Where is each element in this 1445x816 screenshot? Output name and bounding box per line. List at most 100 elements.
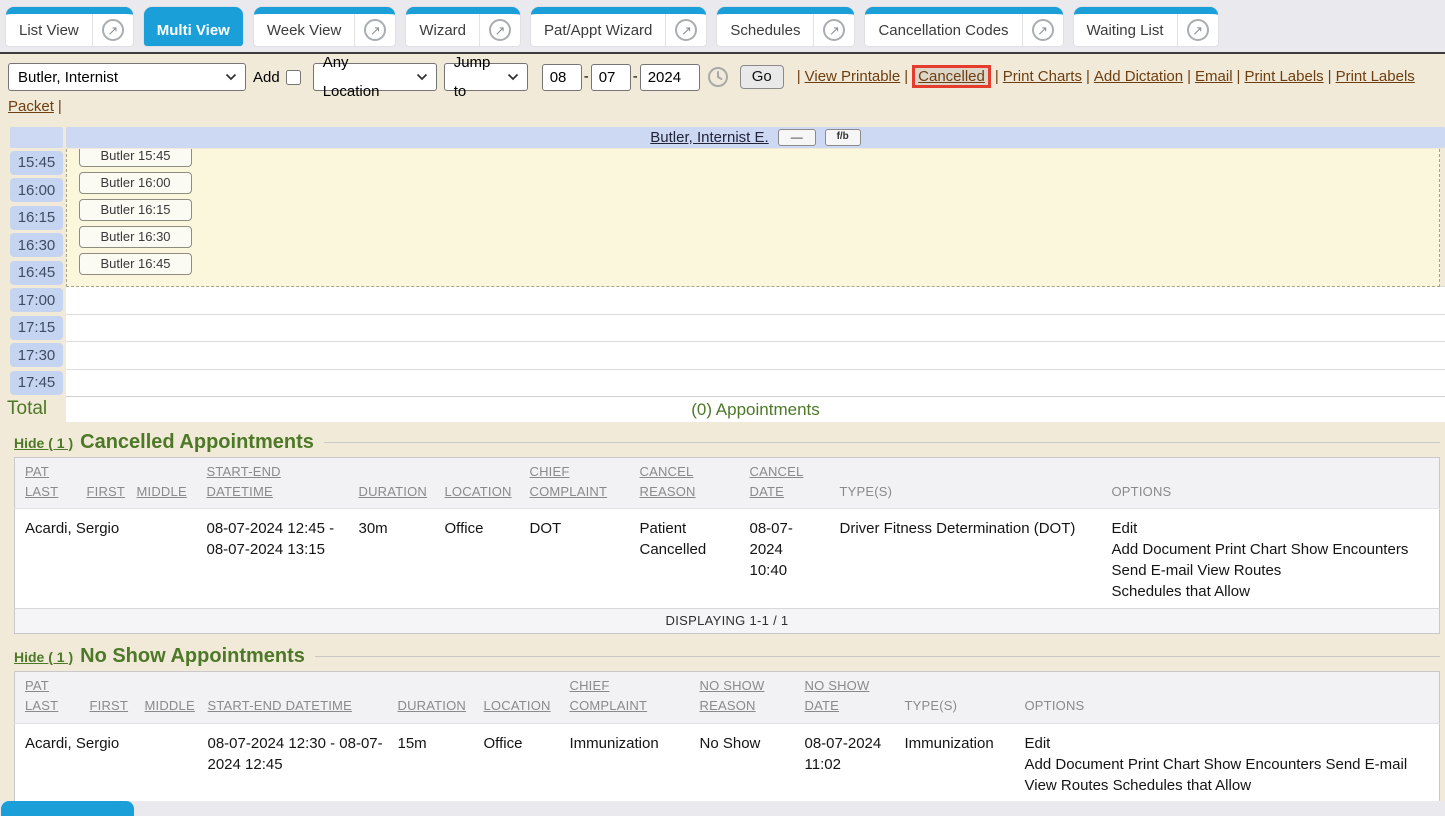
open-slot-button[interactable]: Butler 16:15 bbox=[79, 199, 192, 221]
print-labels-packet-link[interactable]: Packet bbox=[8, 98, 54, 115]
column-header-cancel-date[interactable]: CANCEL DATE bbox=[750, 464, 804, 499]
view-printable-link[interactable]: View Printable bbox=[805, 68, 901, 85]
open-slot-button[interactable]: Butler 16:00 bbox=[79, 172, 192, 194]
column-header-duration[interactable]: DURATION bbox=[359, 484, 428, 499]
location-select[interactable]: Any Location bbox=[313, 63, 437, 91]
time-slot-label[interactable]: 17:30 bbox=[10, 343, 63, 367]
column-header-datetime[interactable]: START-END DATETIME bbox=[208, 698, 352, 713]
time-slot-label[interactable]: 17:15 bbox=[10, 316, 63, 340]
print-labels-packet-link[interactable]: Print Labels bbox=[1336, 68, 1415, 85]
tab-cancellation-codes[interactable]: Cancellation Codes ↗ bbox=[865, 7, 1062, 46]
tab-pat-appt-wizard-label[interactable]: Pat/Appt Wizard bbox=[531, 22, 665, 39]
cancelled-link[interactable]: Cancelled bbox=[918, 68, 985, 85]
add-checkbox[interactable] bbox=[286, 70, 301, 85]
tab-cancellation-codes-label[interactable]: Cancellation Codes bbox=[865, 22, 1021, 39]
schedule-grid: Butler, Internist E. — f/b Butler 15:45 … bbox=[0, 127, 1445, 423]
email-link[interactable]: Email bbox=[1195, 68, 1233, 85]
options-links[interactable]: Edit bbox=[1112, 518, 1436, 539]
tab-schedules[interactable]: Schedules ↗ bbox=[717, 7, 854, 46]
external-link-icon[interactable]: ↗ bbox=[823, 19, 845, 41]
time-slot-label[interactable]: 16:15 bbox=[10, 206, 63, 230]
column-header-types: TYPE(S) bbox=[905, 698, 958, 713]
column-header-first[interactable]: FIRST bbox=[90, 698, 129, 713]
section-divider bbox=[324, 442, 1440, 443]
print-charts-link[interactable]: Print Charts bbox=[1003, 68, 1082, 85]
patient-name: Acardi, Sergio bbox=[15, 723, 80, 802]
time-slot-label[interactable]: 17:00 bbox=[10, 288, 63, 312]
jump-to-select[interactable]: Jump to bbox=[444, 63, 528, 91]
column-header-location[interactable]: LOCATION bbox=[484, 698, 551, 713]
open-slot-button[interactable]: Butler 16:30 bbox=[79, 226, 192, 248]
schedule-row bbox=[66, 369, 1445, 397]
appointment-datetime: 08-07-2024 12:30 - 08-07-2024 12:45 bbox=[208, 733, 384, 775]
link-separator: | bbox=[58, 98, 62, 115]
tab-pat-appt-wizard[interactable]: Pat/Appt Wizard ↗ bbox=[531, 7, 706, 46]
external-link-icon[interactable]: ↗ bbox=[1187, 19, 1209, 41]
column-header-middle[interactable]: MIDDLE bbox=[137, 484, 187, 499]
bottom-partial-tab[interactable] bbox=[1, 801, 134, 816]
tab-week-view-label[interactable]: Week View bbox=[254, 22, 354, 39]
column-header-datetime[interactable]: START-END DATETIME bbox=[207, 464, 281, 499]
date-year-input[interactable] bbox=[640, 64, 700, 91]
go-button[interactable]: Go bbox=[740, 65, 784, 89]
open-slot-button[interactable]: Butler 16:45 bbox=[79, 253, 192, 275]
open-slot-button[interactable]: Butler 15:45 bbox=[79, 149, 192, 167]
options-links[interactable]: Add Document Print Chart Show Encounters… bbox=[1025, 754, 1436, 775]
tab-wizard[interactable]: Wizard ↗ bbox=[406, 7, 520, 46]
column-header-noshow-date[interactable]: NO SHOW DATE bbox=[805, 678, 870, 713]
tab-waiting-list[interactable]: Waiting List ↗ bbox=[1074, 7, 1218, 46]
options-links[interactable]: Send E-mail View Routes bbox=[1112, 560, 1436, 581]
tab-divider bbox=[1177, 14, 1178, 46]
noshow-hide-link[interactable]: Hide ( 1 ) bbox=[14, 649, 73, 665]
column-header-chief-complaint[interactable]: CHIEF COMPLAINT bbox=[530, 464, 608, 499]
external-link-icon[interactable]: ↗ bbox=[489, 19, 511, 41]
schedule-row bbox=[66, 286, 1445, 314]
tab-wizard-label[interactable]: Wizard bbox=[406, 22, 479, 39]
column-header-first[interactable]: FIRST bbox=[87, 484, 126, 499]
collapse-column-button[interactable]: — bbox=[778, 129, 816, 146]
tab-week-view[interactable]: Week View ↗ bbox=[254, 7, 395, 46]
noshow-reason: No Show bbox=[690, 723, 795, 802]
tab-schedules-label[interactable]: Schedules bbox=[717, 22, 813, 39]
clock-icon[interactable] bbox=[707, 66, 729, 88]
column-header-duration[interactable]: DURATION bbox=[398, 698, 467, 713]
column-header-types: TYPE(S) bbox=[840, 484, 893, 499]
external-link-icon[interactable]: ↗ bbox=[102, 19, 124, 41]
add-checkbox-group: Add bbox=[253, 63, 301, 92]
options-links[interactable]: View Routes Schedules that Allow bbox=[1025, 775, 1436, 796]
external-link-icon[interactable]: ↗ bbox=[364, 19, 386, 41]
column-header-cancel-reason[interactable]: CANCEL REASON bbox=[640, 464, 696, 499]
date-day-input[interactable] bbox=[591, 64, 631, 91]
options-links[interactable]: Add Document Print Chart Show Encounters bbox=[1112, 539, 1436, 560]
column-header-middle[interactable]: MIDDLE bbox=[145, 698, 195, 713]
cancelled-hide-link[interactable]: Hide ( 1 ) bbox=[14, 435, 73, 451]
time-slot-label[interactable]: 15:45 bbox=[10, 151, 63, 175]
time-slot-label[interactable]: 16:30 bbox=[10, 233, 63, 257]
provider-column-link[interactable]: Butler, Internist E. bbox=[650, 129, 768, 146]
column-header-pat-last[interactable]: PAT LAST bbox=[25, 464, 58, 499]
column-header-pat-last[interactable]: PAT LAST bbox=[25, 678, 58, 713]
column-header-noshow-reason[interactable]: NO SHOW REASON bbox=[700, 678, 765, 713]
date-month-input[interactable] bbox=[542, 64, 582, 91]
bottom-tab-bar bbox=[0, 801, 1445, 816]
tab-list-view-label[interactable]: List View bbox=[6, 22, 92, 39]
tab-multi-view-label[interactable]: Multi View bbox=[144, 22, 243, 39]
options-links[interactable]: Schedules that Allow bbox=[1112, 581, 1436, 602]
front-back-button[interactable]: f/b bbox=[825, 129, 861, 146]
print-labels-link[interactable]: Print Labels bbox=[1244, 68, 1323, 85]
tab-waiting-list-label[interactable]: Waiting List bbox=[1074, 22, 1177, 39]
column-header-location[interactable]: LOCATION bbox=[445, 484, 512, 499]
options-links[interactable]: Edit bbox=[1025, 733, 1436, 754]
time-slot-label[interactable]: 17:45 bbox=[10, 371, 63, 395]
time-slot-label[interactable]: 16:00 bbox=[10, 178, 63, 202]
provider-select[interactable]: Butler, Internist bbox=[8, 63, 246, 91]
chevron-down-icon bbox=[507, 73, 519, 81]
time-slot-label[interactable]: 16:45 bbox=[10, 261, 63, 285]
add-dictation-link[interactable]: Add Dictation bbox=[1094, 68, 1183, 85]
cancel-date: 08-07-2024 10:40 bbox=[750, 518, 816, 581]
tab-multi-view[interactable]: Multi View bbox=[144, 7, 243, 46]
tab-list-view[interactable]: List View ↗ bbox=[6, 7, 133, 46]
external-link-icon[interactable]: ↗ bbox=[675, 19, 697, 41]
column-header-chief-complaint[interactable]: CHIEF COMPLAINT bbox=[570, 678, 648, 713]
external-link-icon[interactable]: ↗ bbox=[1032, 19, 1054, 41]
